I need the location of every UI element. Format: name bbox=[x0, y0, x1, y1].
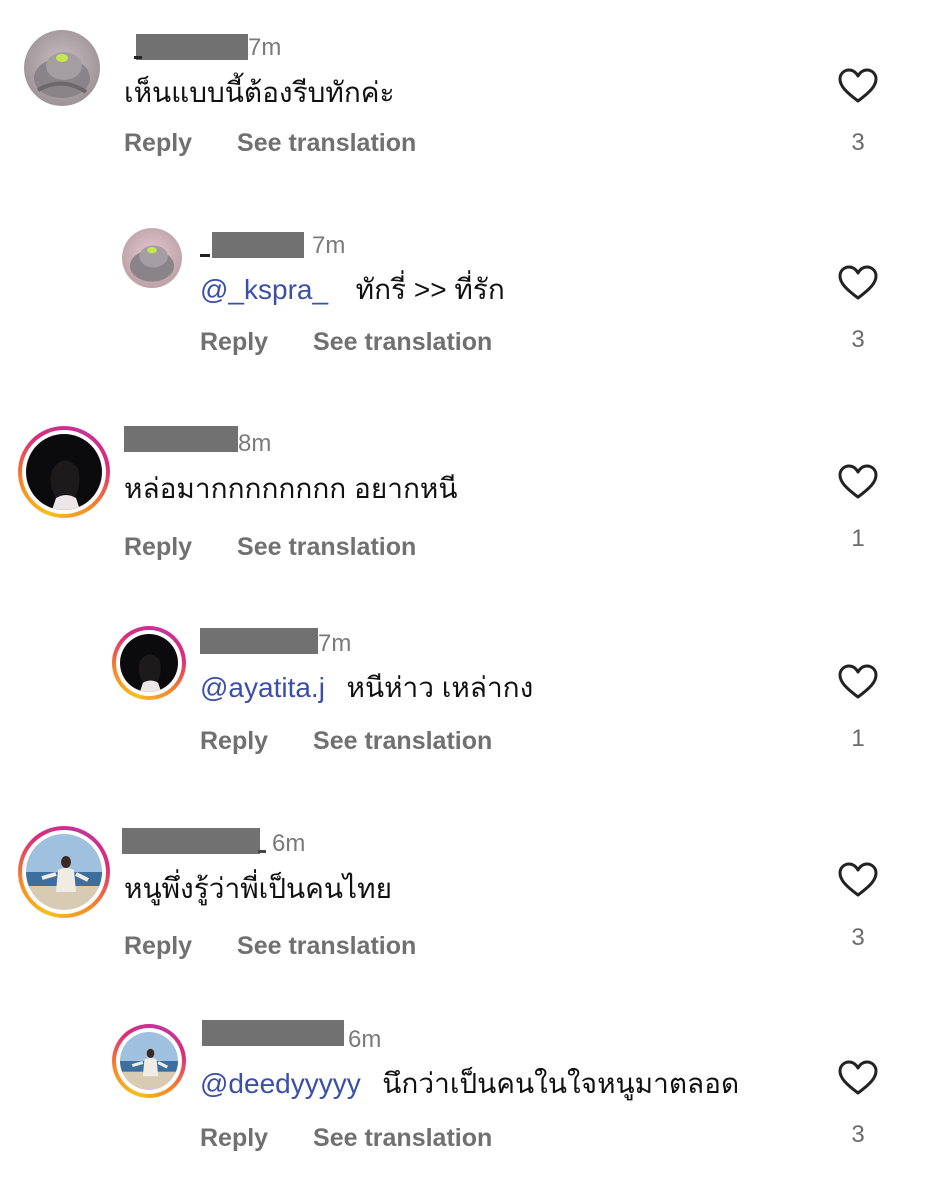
comment-timestamp: 7m bbox=[318, 630, 352, 657]
comment-timestamp: 7m bbox=[312, 232, 346, 259]
heart-icon[interactable] bbox=[838, 68, 878, 104]
username-redacted[interactable] bbox=[134, 34, 248, 60]
heart-icon[interactable] bbox=[838, 862, 878, 898]
comment-body: นึกว่าเป็นคนในใจหนูมาตลอด bbox=[382, 1068, 740, 1099]
reply-item: 6m @deedyyyyy นึกว่าเป็นคนในใจหนูมาตลอด … bbox=[0, 994, 926, 1184]
mention-link[interactable]: @_kspra_ bbox=[200, 274, 328, 305]
reply-button[interactable]: Reply bbox=[200, 1124, 268, 1152]
like-count: 3 bbox=[851, 129, 865, 156]
like-count: 1 bbox=[851, 725, 865, 752]
avatar[interactable] bbox=[112, 626, 186, 700]
comment-timestamp: 6m bbox=[348, 1026, 382, 1053]
heart-icon[interactable] bbox=[838, 1060, 878, 1096]
comment-actions: Reply See translation bbox=[200, 729, 492, 754]
see-translation-button[interactable]: See translation bbox=[237, 932, 416, 960]
comment-actions: Reply See translation bbox=[124, 934, 416, 959]
heart-icon[interactable] bbox=[838, 464, 878, 500]
comment-text: หนูพึ่งรู้ว่าพี่เป็นคนไทย bbox=[124, 872, 392, 906]
reply-button[interactable]: Reply bbox=[124, 932, 192, 960]
comment-body: ทักรี่ >> ที่รัก bbox=[355, 274, 505, 305]
avatar[interactable] bbox=[24, 30, 100, 106]
reply-button[interactable]: Reply bbox=[200, 727, 268, 755]
username-redacted[interactable] bbox=[202, 1020, 344, 1046]
heart-icon[interactable] bbox=[838, 265, 878, 301]
see-translation-button[interactable]: See translation bbox=[313, 1124, 492, 1152]
reply-button[interactable]: Reply bbox=[124, 129, 192, 157]
comment-text: @_kspra_ ทักรี่ >> ที่รัก bbox=[200, 273, 505, 307]
heart-icon[interactable] bbox=[838, 664, 878, 700]
comment-body: หนีห่าว เหล่ากง bbox=[346, 672, 534, 703]
comment-item: 6m หนูพึ่งรู้ว่าพี่เป็นคนไทย Reply See t… bbox=[0, 796, 926, 986]
see-translation-button[interactable]: See translation bbox=[313, 328, 492, 356]
reply-button[interactable]: Reply bbox=[200, 328, 268, 356]
comment-text: หล่อมากกกกกกกก อยากหนี bbox=[124, 472, 458, 506]
like-count: 3 bbox=[851, 1121, 865, 1148]
avatar[interactable] bbox=[122, 228, 182, 288]
comment-item: 7m เห็นแบบนี้ต้องรีบทักค่ะ Reply See tra… bbox=[0, 0, 926, 190]
comment-text: @ayatita.j หนีห่าว เหล่ากง bbox=[200, 671, 533, 705]
reply-item: 7m @ayatita.j หนีห่าว เหล่ากง Reply See … bbox=[0, 596, 926, 786]
comment-actions: Reply See translation bbox=[200, 330, 492, 355]
comment-timestamp: 6m bbox=[272, 830, 306, 857]
comment-timestamp: 8m bbox=[238, 430, 272, 457]
comment-actions: Reply See translation bbox=[124, 535, 416, 560]
comment-text: เห็นแบบนี้ต้องรีบทักค่ะ bbox=[124, 76, 395, 110]
comment-text: @deedyyyyy นึกว่าเป็นคนในใจหนูมาตลอด bbox=[200, 1067, 739, 1101]
username-redacted[interactable] bbox=[124, 426, 238, 452]
see-translation-button[interactable]: See translation bbox=[237, 533, 416, 561]
comment-timestamp: 7m bbox=[248, 34, 282, 61]
reply-item: 7m @_kspra_ ทักรี่ >> ที่รัก Reply See t… bbox=[0, 196, 926, 386]
see-translation-button[interactable]: See translation bbox=[237, 129, 416, 157]
like-count: 3 bbox=[851, 924, 865, 951]
see-translation-button[interactable]: See translation bbox=[313, 727, 492, 755]
username-redacted[interactable] bbox=[200, 232, 304, 258]
mention-link[interactable]: @ayatita.j bbox=[200, 672, 325, 703]
avatar[interactable] bbox=[112, 1024, 186, 1098]
username-redacted[interactable] bbox=[122, 828, 266, 854]
avatar[interactable] bbox=[18, 426, 110, 518]
mention-link[interactable]: @deedyyyyy bbox=[200, 1068, 361, 1099]
like-count: 1 bbox=[851, 525, 865, 552]
comment-body: เห็นแบบนี้ต้องรีบทักค่ะ bbox=[124, 77, 395, 108]
comment-body: หล่อมากกกกกกกก อยากหนี bbox=[124, 473, 458, 504]
like-count: 3 bbox=[851, 326, 865, 353]
avatar[interactable] bbox=[18, 826, 110, 918]
comment-actions: Reply See translation bbox=[200, 1126, 492, 1151]
username-redacted[interactable] bbox=[200, 628, 318, 654]
comment-body: หนูพึ่งรู้ว่าพี่เป็นคนไทย bbox=[124, 873, 392, 904]
comment-item: 8m หล่อมากกกกกกกก อยากหนี Reply See tran… bbox=[0, 396, 926, 586]
comment-actions: Reply See translation bbox=[124, 131, 416, 156]
reply-button[interactable]: Reply bbox=[124, 533, 192, 561]
